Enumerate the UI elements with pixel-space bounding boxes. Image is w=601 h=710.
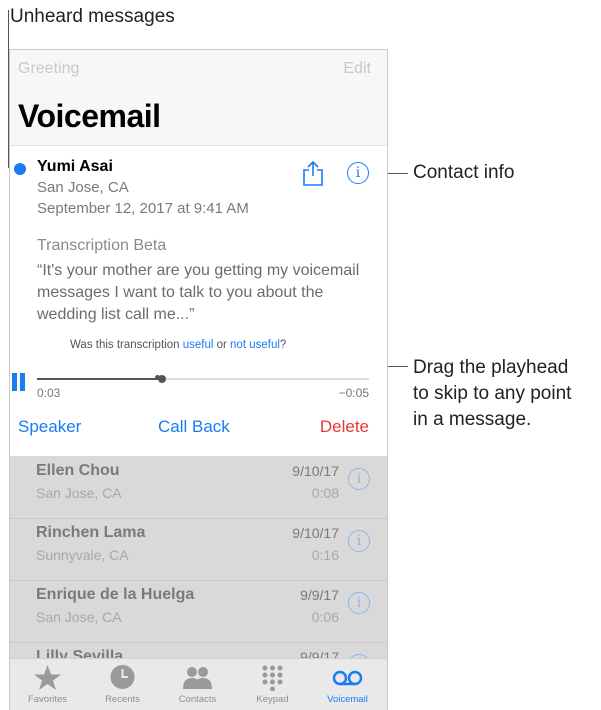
callout-playhead-1: Drag the playhead [413, 357, 569, 378]
list-item-date: 9/9/17 [300, 587, 339, 603]
callout-playhead-dot [155, 375, 160, 380]
share-icon[interactable] [302, 160, 324, 186]
list-item[interactable]: Enrique de la Huelga San Jose, CA 9/9/17… [10, 580, 387, 643]
edit-button[interactable]: Edit [343, 60, 371, 78]
playback-scrubber[interactable] [37, 375, 369, 383]
expanded-voicemail: Yumi Asai San Jose, CA September 12, 201… [10, 145, 387, 457]
tab-label: Favorites [27, 694, 68, 705]
voicemail-list: Ellen Chou San Jose, CA 9/10/17 0:08 i R… [10, 456, 387, 705]
list-item-date: 9/10/17 [292, 525, 339, 541]
tab-voicemail[interactable]: Voicemail [310, 659, 385, 710]
transcription-title: Transcription Beta [37, 237, 167, 254]
tab-keypad[interactable]: Keypad [235, 659, 310, 710]
useful-link[interactable]: useful [183, 339, 214, 351]
callout-unheard-messages: Unheard messages [10, 6, 175, 27]
tab-label: Voicemail [327, 694, 368, 705]
tab-label: Keypad [256, 694, 289, 705]
tab-recents[interactable]: Recents [85, 659, 160, 710]
unheard-dot [14, 163, 26, 175]
feedback-or: or [216, 339, 227, 351]
keypad-icon [262, 665, 283, 691]
contact-info-icon[interactable]: i [347, 162, 369, 184]
callout-playhead-2: to skip to any point [413, 383, 572, 404]
info-icon[interactable]: i [348, 530, 370, 552]
feedback-prefix: Was this transcription [70, 339, 180, 351]
contacts-icon [183, 667, 212, 689]
tab-bar: Favorites Recents Contacts Keypad Voicem… [10, 658, 387, 710]
call-back-button[interactable]: Call Back [158, 417, 230, 437]
list-item[interactable]: Rinchen Lama Sunnyvale, CA 9/10/17 0:16 … [10, 518, 387, 581]
tab-favorites[interactable]: Favorites [10, 659, 85, 710]
list-item-name: Enrique de la Huelga [36, 586, 195, 603]
phone-screen: Greeting Edit Voicemail Yumi Asai San Jo… [9, 49, 388, 710]
list-item-duration: 0:08 [311, 485, 339, 501]
elapsed-time: 0:03 [37, 386, 61, 400]
message-datetime: September 12, 2017 at 9:41 AM [37, 200, 249, 217]
pause-icon[interactable] [12, 373, 26, 391]
clock-icon [110, 665, 135, 689]
list-item-location: San Jose, CA [36, 485, 122, 501]
info-icon[interactable]: i [348, 468, 370, 490]
voicemail-icon [332, 670, 363, 686]
page-title: Voicemail [18, 98, 161, 134]
delete-button[interactable]: Delete [320, 417, 369, 437]
transcription-text: “It's your mother are you getting my voi… [37, 262, 360, 323]
list-item-duration: 0:16 [311, 547, 339, 563]
greeting-button[interactable]: Greeting [18, 60, 79, 78]
not-useful-link[interactable]: not useful [230, 339, 280, 351]
list-item[interactable]: Ellen Chou San Jose, CA 9/10/17 0:08 i [10, 456, 387, 519]
tab-label: Recents [105, 694, 140, 705]
list-item-duration: 0:06 [311, 609, 339, 625]
speaker-button[interactable]: Speaker [18, 417, 81, 437]
caller-location: San Jose, CA [37, 179, 129, 196]
list-item-name: Ellen Chou [36, 462, 120, 479]
info-icon[interactable]: i [348, 592, 370, 614]
list-item-location: San Jose, CA [36, 609, 122, 625]
transcription-feedback: Was this transcription useful or not use… [70, 339, 286, 351]
tab-contacts[interactable]: Contacts [160, 659, 235, 710]
callout-playhead-3: in a message. [413, 409, 532, 430]
remaining-time: −0:05 [338, 386, 369, 400]
caller-name: Yumi Asai [37, 158, 113, 175]
playback-progress [37, 378, 162, 380]
feedback-suffix: ? [279, 339, 287, 351]
list-item-date: 9/10/17 [292, 463, 339, 479]
star-icon [34, 665, 61, 690]
list-item-name: Rinchen Lama [36, 524, 146, 541]
callout-contact-info: Contact info [413, 162, 515, 183]
list-item-location: Sunnyvale, CA [36, 547, 129, 563]
tab-label: Contacts [178, 694, 217, 705]
